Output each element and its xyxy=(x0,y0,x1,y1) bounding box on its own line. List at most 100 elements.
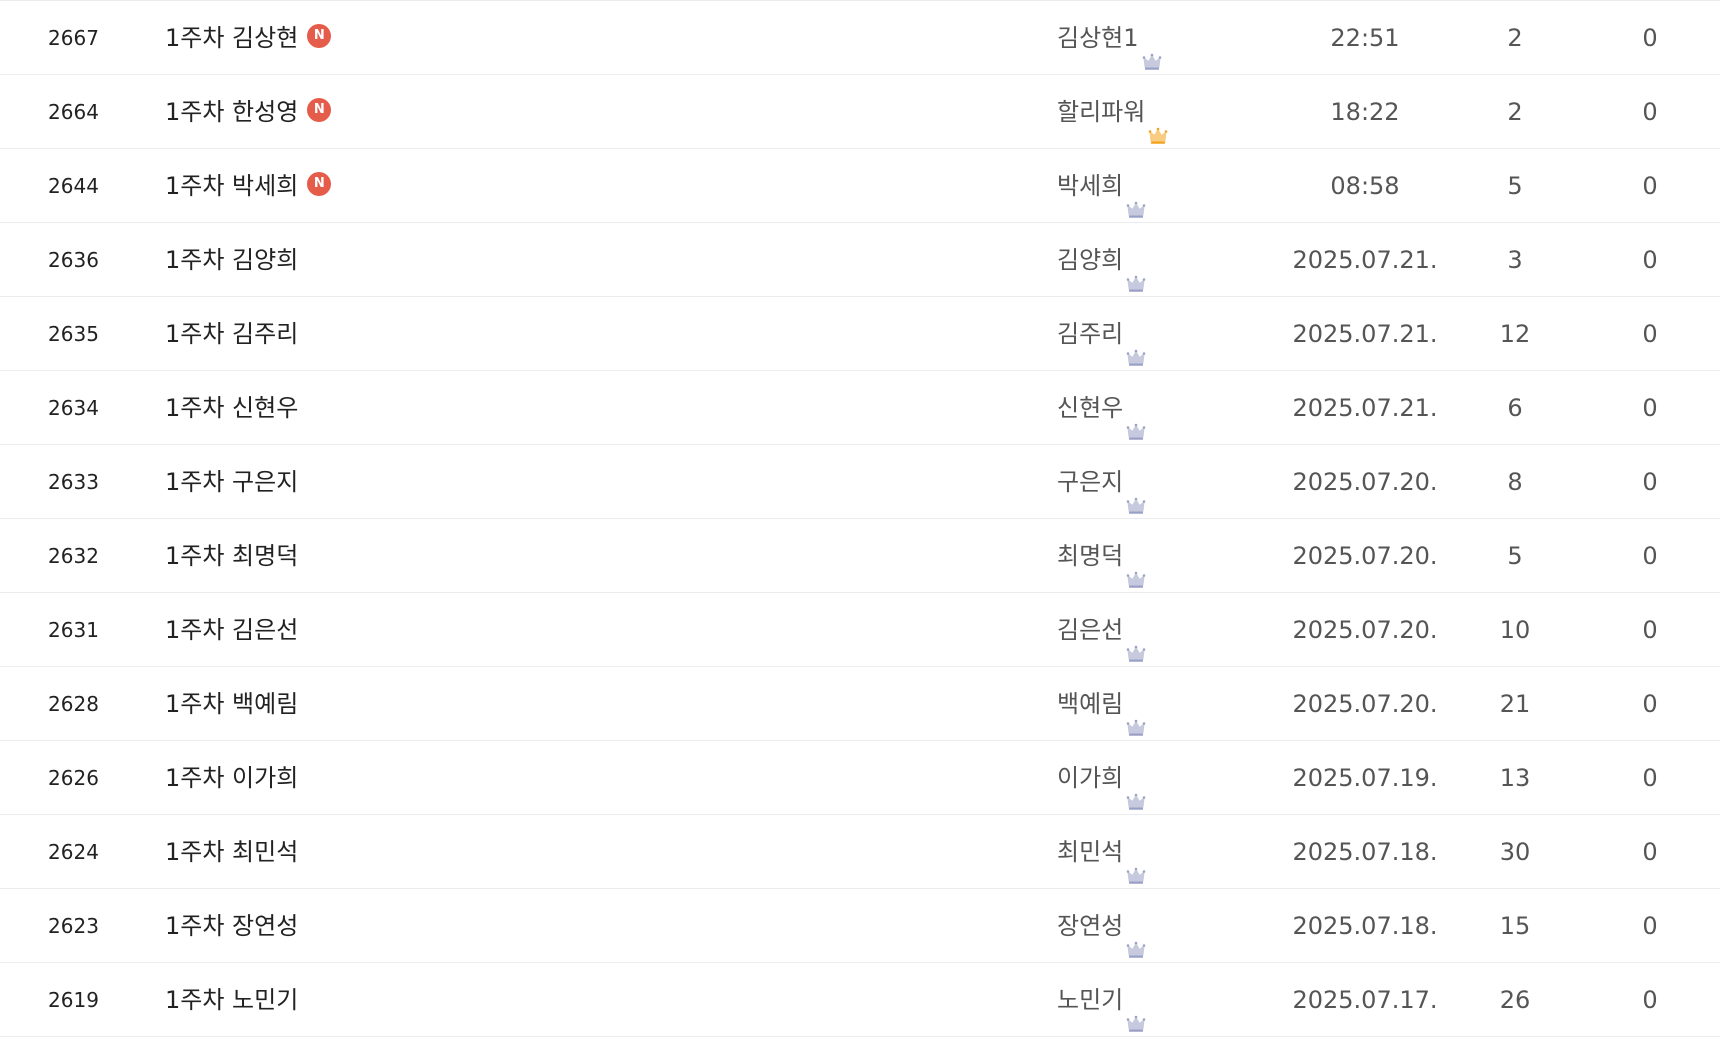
article-title-link[interactable]: 1주차 김상현 xyxy=(165,24,298,52)
article-author[interactable]: 김은선 xyxy=(1057,593,1237,667)
article-date: 2025.07.21. xyxy=(1292,394,1438,422)
article-row: 2667 1주차 김상현 N 김상현1 22:51 2 0 xyxy=(0,1,1720,75)
author-nickname[interactable]: 김주리 xyxy=(1057,320,1123,348)
article-date: 2025.07.20. xyxy=(1292,468,1438,496)
article-row: 2635 1주차 김주리 김주리 2025.07.21. 12 0 xyxy=(0,297,1720,371)
like-count: 0 xyxy=(1642,542,1658,570)
article-title-cell: 1주차 이가희 xyxy=(165,741,1025,815)
author-nickname[interactable]: 할리파워 xyxy=(1057,98,1145,126)
author-nickname[interactable]: 최민석 xyxy=(1057,838,1123,866)
author-nickname[interactable]: 김은선 xyxy=(1057,616,1123,644)
author-nickname[interactable]: 노민기 xyxy=(1057,986,1123,1014)
crown-silver-icon xyxy=(1126,249,1146,292)
article-title-cell: 1주차 노민기 xyxy=(165,963,1025,1037)
article-title-link[interactable]: 1주차 최명덕 xyxy=(165,542,298,570)
article-title-link[interactable]: 1주차 신현우 xyxy=(165,394,298,422)
article-author[interactable]: 백예림 xyxy=(1057,667,1237,741)
crown-silver-icon xyxy=(1126,915,1146,958)
article-title-link[interactable]: 1주차 노민기 xyxy=(165,986,298,1014)
article-author[interactable]: 노민기 xyxy=(1057,963,1237,1037)
article-title-cell: 1주차 장연성 xyxy=(165,889,1025,963)
article-date: 2025.07.20. xyxy=(1292,542,1438,570)
crown-silver-icon xyxy=(1126,397,1146,440)
article-title-link[interactable]: 1주차 최민석 xyxy=(165,838,298,866)
author-nickname[interactable]: 백예림 xyxy=(1057,690,1123,718)
crown-silver-icon xyxy=(1126,545,1146,588)
article-title-cell: 1주차 김은선 xyxy=(165,593,1025,667)
article-date: 2025.07.18. xyxy=(1292,838,1438,866)
view-count: 12 xyxy=(1499,320,1531,348)
article-title-link[interactable]: 1주차 이가희 xyxy=(165,764,298,792)
view-count: 10 xyxy=(1499,616,1531,644)
article-title-link[interactable]: 1주차 박세희 xyxy=(165,172,298,200)
article-number: 2633 xyxy=(48,470,99,494)
article-author[interactable]: 장연성 xyxy=(1057,889,1237,963)
like-count: 0 xyxy=(1642,246,1658,274)
author-nickname[interactable]: 이가희 xyxy=(1057,764,1123,792)
article-title-link[interactable]: 1주차 장연성 xyxy=(165,912,298,940)
crown-silver-icon xyxy=(1126,619,1146,662)
article-date: 2025.07.19. xyxy=(1292,764,1438,792)
article-title-link[interactable]: 1주차 백예림 xyxy=(165,690,298,718)
article-row: 2644 1주차 박세희 N 박세희 08:58 5 0 xyxy=(0,149,1720,223)
article-author[interactable]: 할리파워 xyxy=(1057,75,1237,149)
article-row: 2633 1주차 구은지 구은지 2025.07.20. 8 0 xyxy=(0,445,1720,519)
author-nickname[interactable]: 장연성 xyxy=(1057,912,1123,940)
new-badge: N xyxy=(307,98,332,122)
article-title-link[interactable]: 1주차 김주리 xyxy=(165,320,298,348)
like-count: 0 xyxy=(1642,320,1658,348)
article-number: 2628 xyxy=(48,692,99,716)
new-badge: N xyxy=(307,24,332,48)
article-title-link[interactable]: 1주차 한성영 xyxy=(165,98,298,126)
article-row: 2624 1주차 최민석 최민석 2025.07.18. 30 0 xyxy=(0,815,1720,889)
article-number: 2634 xyxy=(48,396,99,420)
article-author[interactable]: 이가희 xyxy=(1057,741,1237,815)
article-title-link[interactable]: 1주차 김은선 xyxy=(165,616,298,644)
author-nickname[interactable]: 최명덕 xyxy=(1057,542,1123,570)
article-title-cell: 1주차 최명덕 xyxy=(165,519,1025,593)
article-date: 2025.07.20. xyxy=(1292,616,1438,644)
article-list: 2667 1주차 김상현 N 김상현1 22:51 2 0 2664 1주차 한성… xyxy=(0,0,1720,1037)
article-author[interactable]: 구은지 xyxy=(1057,445,1237,519)
article-date: 2025.07.18. xyxy=(1292,912,1438,940)
view-count: 3 xyxy=(1507,246,1523,274)
view-count: 21 xyxy=(1499,690,1531,718)
article-title-link[interactable]: 1주차 김양희 xyxy=(165,246,298,274)
article-author[interactable]: 최명덕 xyxy=(1057,519,1237,593)
article-author[interactable]: 김상현1 xyxy=(1057,1,1237,75)
article-date: 18:22 xyxy=(1330,98,1400,126)
new-badge: N xyxy=(307,172,332,196)
crown-silver-icon xyxy=(1126,989,1146,1032)
article-title-cell: 1주차 최민석 xyxy=(165,815,1025,889)
article-title-cell: 1주차 김상현 N xyxy=(165,1,1025,75)
article-author[interactable]: 박세희 xyxy=(1057,149,1237,223)
article-author[interactable]: 김양희 xyxy=(1057,223,1237,297)
article-title-link[interactable]: 1주차 구은지 xyxy=(165,468,298,496)
crown-silver-icon xyxy=(1126,471,1146,514)
like-count: 0 xyxy=(1642,172,1658,200)
article-author[interactable]: 최민석 xyxy=(1057,815,1237,889)
crown-silver-icon xyxy=(1126,767,1146,810)
article-number: 2626 xyxy=(48,766,99,790)
view-count: 15 xyxy=(1499,912,1531,940)
author-nickname[interactable]: 구은지 xyxy=(1057,468,1123,496)
article-row: 2626 1주차 이가희 이가희 2025.07.19. 13 0 xyxy=(0,741,1720,815)
article-number: 2631 xyxy=(48,618,99,642)
article-row: 2631 1주차 김은선 김은선 2025.07.20. 10 0 xyxy=(0,593,1720,667)
author-nickname[interactable]: 김양희 xyxy=(1057,246,1123,274)
article-title-cell: 1주차 한성영 N xyxy=(165,75,1025,149)
article-title-cell: 1주차 구은지 xyxy=(165,445,1025,519)
like-count: 0 xyxy=(1642,838,1658,866)
article-number: 2619 xyxy=(48,988,99,1012)
author-nickname[interactable]: 김상현1 xyxy=(1057,24,1139,52)
article-date: 22:51 xyxy=(1330,24,1400,52)
article-author[interactable]: 신현우 xyxy=(1057,371,1237,445)
author-nickname[interactable]: 신현우 xyxy=(1057,394,1123,422)
article-number: 2644 xyxy=(48,174,99,198)
article-number: 2667 xyxy=(48,26,99,50)
article-number: 2623 xyxy=(48,914,99,938)
author-nickname[interactable]: 박세희 xyxy=(1057,172,1123,200)
like-count: 0 xyxy=(1642,394,1658,422)
article-row: 2623 1주차 장연성 장연성 2025.07.18. 15 0 xyxy=(0,889,1720,963)
article-author[interactable]: 김주리 xyxy=(1057,297,1237,371)
